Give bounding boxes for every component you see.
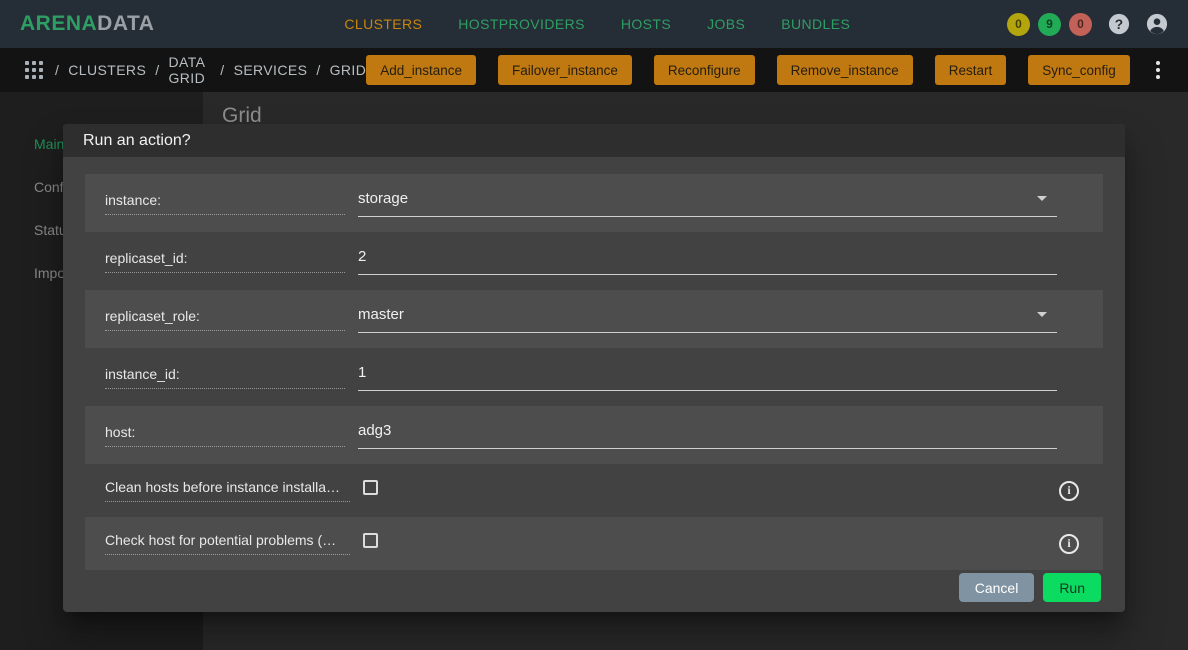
failover-instance-button[interactable]: Failover_instance <box>498 55 632 85</box>
reconfigure-button[interactable]: Reconfigure <box>654 55 755 85</box>
nav-bundles[interactable]: BUNDLES <box>781 16 850 32</box>
main-nav: CLUSTERS HOSTPROVIDERS HOSTS JOBS BUNDLE… <box>344 16 850 32</box>
host-input[interactable]: adg3 <box>358 422 1057 449</box>
apps-grid-icon[interactable] <box>25 61 43 79</box>
nav-hosts[interactable]: HOSTS <box>621 16 671 32</box>
clean-hosts-label: Clean hosts before instance installa… <box>105 479 350 502</box>
top-navbar: ARENADATA CLUSTERS HOSTPROVIDERS HOSTS J… <box>0 0 1188 48</box>
breadcrumb-clusters[interactable]: CLUSTERS <box>68 62 146 78</box>
replicaset-role-label: replicaset_role: <box>105 308 345 331</box>
replicaset-id-input[interactable]: 2 <box>358 248 1057 275</box>
chevron-down-icon <box>1037 196 1047 201</box>
form-row-host: host: adg3 <box>85 406 1103 464</box>
breadcrumb-grid[interactable]: GRID <box>330 62 367 78</box>
run-button[interactable]: Run <box>1043 573 1101 602</box>
check-host-checkbox[interactable] <box>363 533 378 548</box>
more-vert-icon[interactable] <box>1150 61 1166 79</box>
instance-id-value: 1 <box>358 364 366 381</box>
replicaset-id-value: 2 <box>358 248 366 265</box>
replicaset-role-select[interactable]: master <box>358 306 1057 333</box>
add-instance-button[interactable]: Add_instance <box>366 55 476 85</box>
form-row-instance-id: instance_id: 1 <box>85 348 1103 406</box>
breadcrumb-separator: / <box>55 62 59 78</box>
check-host-label: Check host for potential problems (… <box>105 532 350 555</box>
sync-config-button[interactable]: Sync_config <box>1028 55 1130 85</box>
breadcrumb-separator: / <box>155 62 159 78</box>
dialog-title: Run an action? <box>63 124 1125 157</box>
breadcrumb-data-grid[interactable]: DATA GRID <box>168 54 211 86</box>
form-row-replicaset-role: replicaset_role: master <box>85 290 1103 348</box>
chevron-down-icon <box>1037 312 1047 317</box>
cancel-button[interactable]: Cancel <box>959 573 1035 602</box>
instance-select[interactable]: storage <box>358 190 1057 217</box>
breadcrumb-bar: / CLUSTERS / DATA GRID / SERVICES / GRID… <box>0 48 1188 92</box>
logo-part-data: DATA <box>97 12 154 35</box>
breadcrumb-separator: / <box>316 62 320 78</box>
remove-instance-button[interactable]: Remove_instance <box>777 55 913 85</box>
run-action-dialog: Run an action? instance: storage replica… <box>63 124 1125 612</box>
breadcrumb: / CLUSTERS / DATA GRID / SERVICES / GRID <box>55 54 366 86</box>
warning-count-badge[interactable]: 0 <box>1007 13 1030 36</box>
host-label: host: <box>105 424 345 447</box>
replicaset-id-label: replicaset_id: <box>105 250 345 273</box>
form-row-check-host: Check host for potential problems (… i <box>85 517 1103 570</box>
help-icon[interactable]: ? <box>1108 13 1130 35</box>
form-row-clean-hosts: Clean hosts before instance installa… i <box>85 464 1103 517</box>
cluster-actions: Add_instance Failover_instance Reconfigu… <box>366 55 1130 85</box>
instance-id-label: instance_id: <box>105 366 345 389</box>
error-count-badge[interactable]: 0 <box>1069 13 1092 36</box>
breadcrumb-services[interactable]: SERVICES <box>234 62 308 78</box>
nav-clusters[interactable]: CLUSTERS <box>344 16 422 32</box>
navbar-right: 0 9 0 ? <box>1007 13 1168 36</box>
instance-id-input[interactable]: 1 <box>358 364 1057 391</box>
info-icon[interactable]: i <box>1059 481 1079 501</box>
host-value: adg3 <box>358 422 391 439</box>
instance-value: storage <box>358 190 408 207</box>
logo-part-arena: ARENA <box>20 12 97 35</box>
nav-hostproviders[interactable]: HOSTPROVIDERS <box>458 16 585 32</box>
account-icon[interactable] <box>1146 13 1168 35</box>
form-row-replicaset-id: replicaset_id: 2 <box>85 232 1103 290</box>
instance-label: instance: <box>105 192 345 215</box>
breadcrumb-separator: / <box>220 62 224 78</box>
dialog-footer: Cancel Run <box>959 573 1101 602</box>
info-icon[interactable]: i <box>1059 534 1079 554</box>
success-count-badge[interactable]: 9 <box>1038 13 1061 36</box>
content-area: Main Conf Statu Impo Grid Run an action?… <box>0 92 1188 650</box>
svg-text:?: ? <box>1115 17 1123 32</box>
nav-jobs[interactable]: JOBS <box>707 16 745 32</box>
action-form: instance: storage replicaset_id: 2 repli… <box>85 174 1103 570</box>
form-row-instance: instance: storage <box>85 174 1103 232</box>
replicaset-role-value: master <box>358 306 404 323</box>
arenadata-logo[interactable]: ARENADATA <box>20 12 154 36</box>
clean-hosts-checkbox[interactable] <box>363 480 378 495</box>
restart-button[interactable]: Restart <box>935 55 1007 85</box>
